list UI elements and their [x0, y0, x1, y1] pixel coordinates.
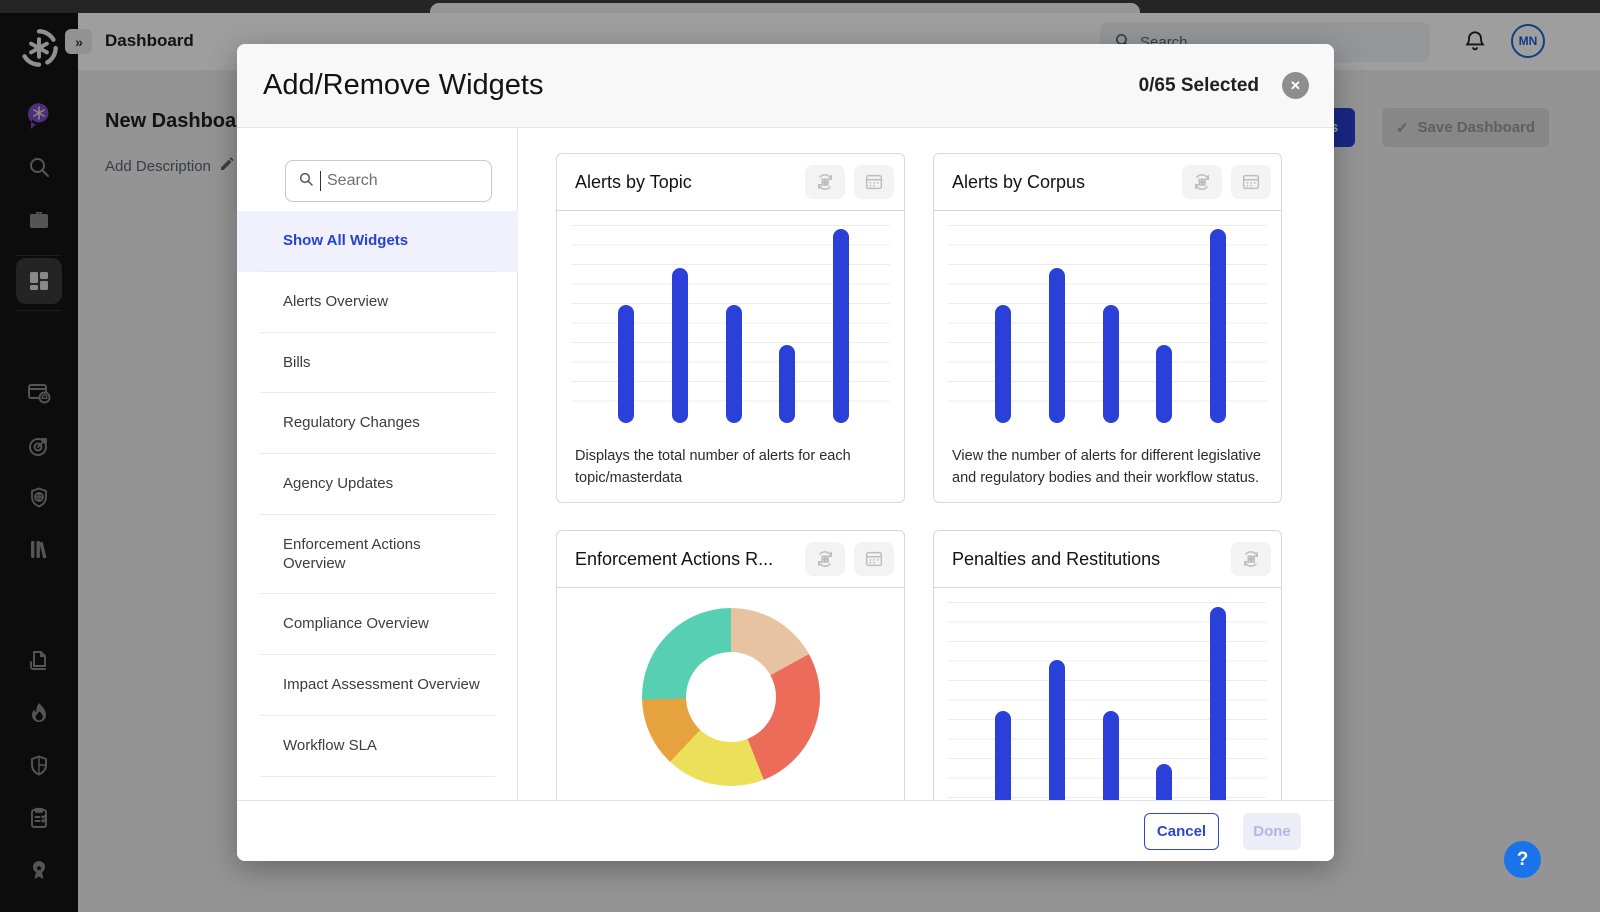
- table-icon[interactable]: [854, 542, 894, 576]
- done-button[interactable]: Done: [1243, 813, 1301, 850]
- search-placeholder: Search: [327, 172, 378, 190]
- widget-title: Alerts by Topic: [575, 172, 796, 193]
- widget-card-alerts-by-topic[interactable]: Alerts by Topic Displays the total numbe…: [556, 153, 905, 503]
- widget-card-header: Alerts by Topic: [557, 154, 904, 211]
- donut-chart-preview: [557, 588, 904, 800]
- bar-chart-preview: [557, 211, 904, 433]
- cancel-button[interactable]: Cancel: [1144, 813, 1219, 850]
- bar-chart-preview: [934, 211, 1281, 433]
- swap-icon[interactable]: [1182, 165, 1222, 199]
- category-item-alerts-overview[interactable]: Alerts Overview: [237, 272, 518, 333]
- widget-search-input[interactable]: Search: [285, 160, 492, 202]
- widget-card-header: Penalties and Restitutions: [934, 531, 1281, 588]
- category-list: Show All Widgets Alerts Overview Bills R…: [237, 211, 518, 777]
- category-item-agency-updates[interactable]: Agency Updates: [237, 454, 518, 515]
- swap-icon[interactable]: [805, 542, 845, 576]
- modal-title: Add/Remove Widgets: [263, 69, 1139, 102]
- widget-categories-panel: Search Show All Widgets Alerts Overview …: [237, 128, 518, 800]
- modal-body: Search Show All Widgets Alerts Overview …: [237, 128, 1334, 800]
- swap-icon[interactable]: [805, 165, 845, 199]
- help-button[interactable]: ?: [1504, 841, 1541, 878]
- table-icon[interactable]: [1231, 165, 1271, 199]
- bar-series: [934, 227, 1281, 423]
- close-icon[interactable]: ✕: [1282, 72, 1309, 99]
- bar-chart-preview: [934, 588, 1281, 800]
- modal-footer: Cancel Done: [237, 800, 1334, 861]
- widget-title: Penalties and Restitutions: [952, 549, 1222, 570]
- category-item-enforcement-actions-overview[interactable]: Enforcement Actions Overview: [237, 515, 518, 595]
- selection-count: 0/65 Selected: [1139, 75, 1259, 97]
- donut-hole: [686, 652, 776, 742]
- text-cursor: [320, 171, 321, 191]
- widget-card-header: Enforcement Actions R...: [557, 531, 904, 588]
- category-item-regulatory-changes[interactable]: Regulatory Changes: [237, 393, 518, 454]
- category-item-compliance-overview[interactable]: Compliance Overview: [237, 594, 518, 655]
- swap-icon[interactable]: [1231, 542, 1271, 576]
- widget-title: Alerts by Corpus: [952, 172, 1173, 193]
- category-item-bills[interactable]: Bills: [237, 333, 518, 394]
- widget-card-enforcement-actions[interactable]: Enforcement Actions R...: [556, 530, 905, 800]
- widget-card-alerts-by-corpus[interactable]: Alerts by Corpus View the number of aler…: [933, 153, 1282, 503]
- widget-description: Displays the total number of alerts for …: [557, 433, 904, 503]
- widget-card-penalties-restitutions[interactable]: Penalties and Restitutions: [933, 530, 1282, 800]
- table-icon[interactable]: [854, 165, 894, 199]
- modal-header: Add/Remove Widgets 0/65 Selected ✕: [237, 44, 1334, 128]
- add-remove-widgets-modal: Add/Remove Widgets 0/65 Selected ✕ Searc…: [237, 44, 1334, 861]
- category-item-impact-assessment-overview[interactable]: Impact Assessment Overview: [237, 655, 518, 716]
- category-item-show-all-widgets[interactable]: Show All Widgets: [237, 211, 518, 272]
- bar-series: [934, 604, 1281, 800]
- widget-title: Enforcement Actions R...: [575, 549, 796, 570]
- widget-card-header: Alerts by Corpus: [934, 154, 1281, 211]
- widget-grid: Alerts by Topic Displays the total numbe…: [518, 128, 1334, 800]
- widget-description: View the number of alerts for different …: [934, 433, 1281, 503]
- search-icon: [298, 171, 314, 192]
- bar-series: [557, 227, 904, 423]
- donut-chart: [642, 608, 820, 786]
- category-item-workflow-sla[interactable]: Workflow SLA: [237, 716, 518, 777]
